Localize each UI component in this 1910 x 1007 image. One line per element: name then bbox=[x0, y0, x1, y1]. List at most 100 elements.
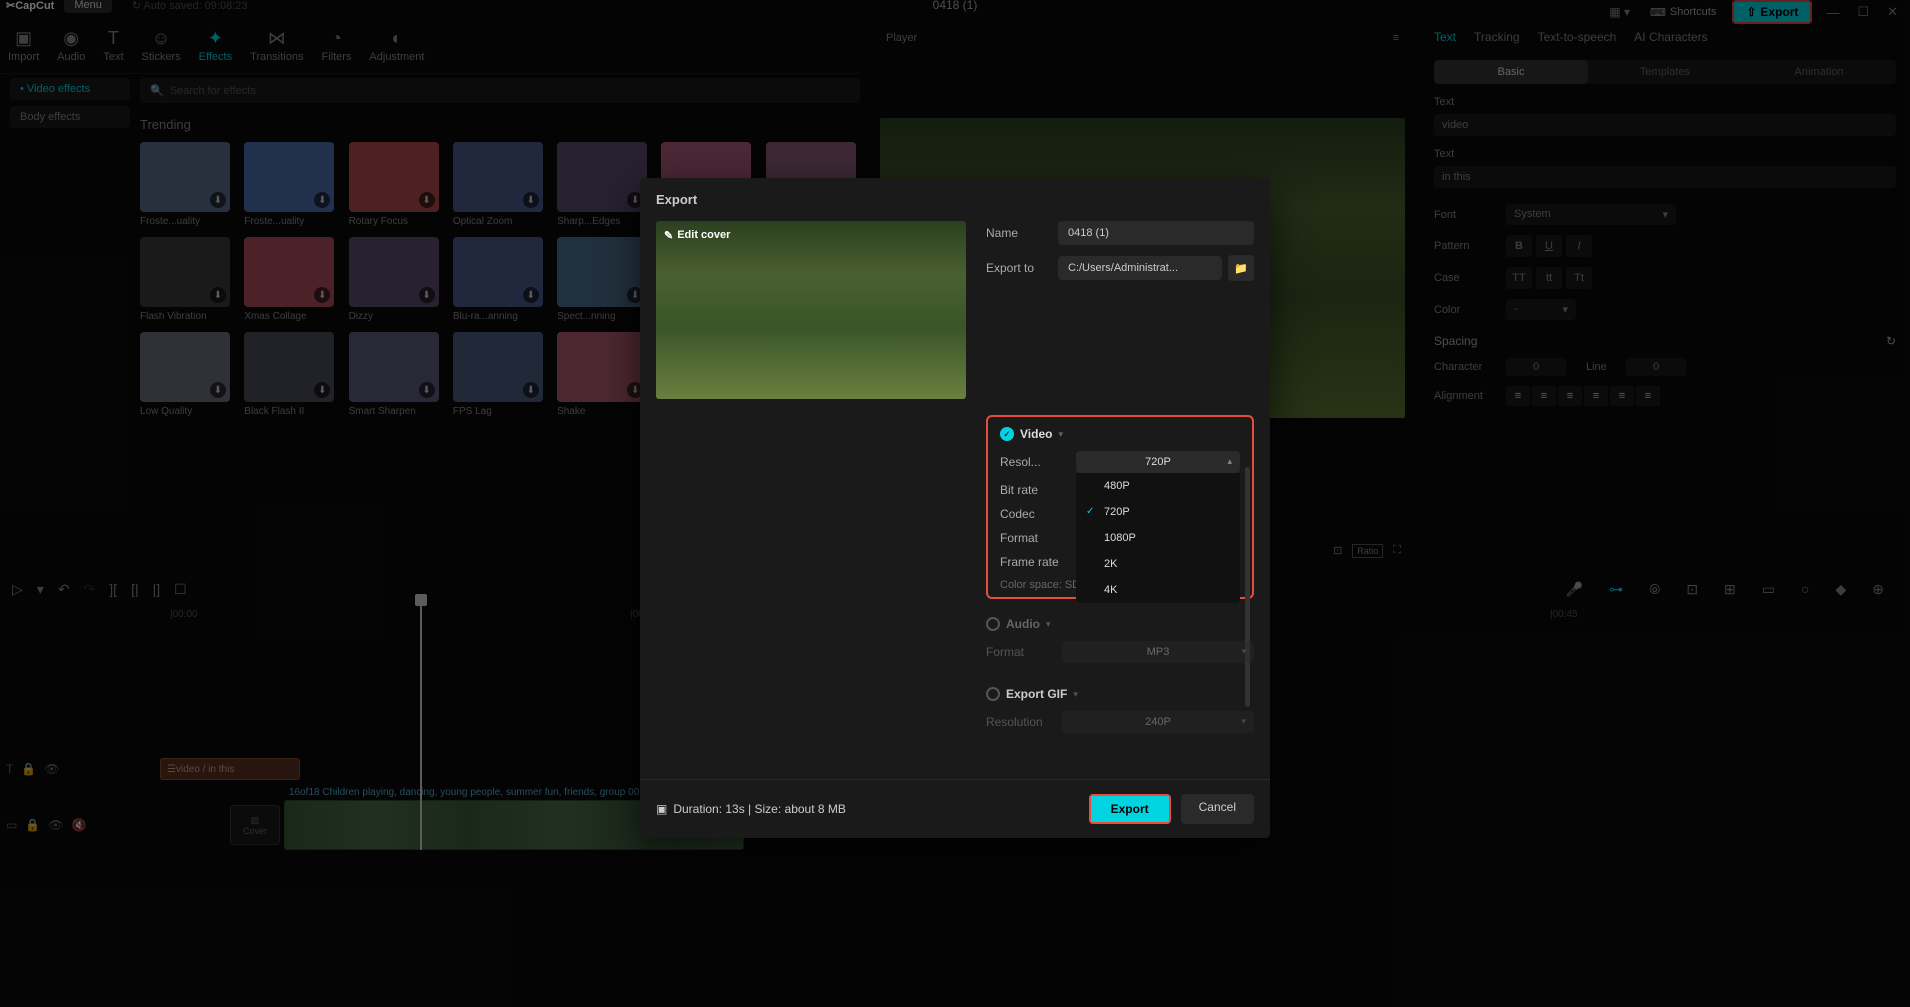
download-icon[interactable]: ⬇ bbox=[419, 382, 435, 398]
tab-transitions[interactable]: ⋈Transitions bbox=[250, 28, 303, 63]
focus-icon[interactable]: ⊡ bbox=[1333, 544, 1342, 558]
case-title[interactable]: Tt bbox=[1566, 267, 1592, 289]
lock-icon[interactable]: 🔒 bbox=[25, 818, 40, 832]
cursor-tool[interactable]: ▷ bbox=[12, 581, 23, 598]
underline-button[interactable]: U bbox=[1536, 235, 1562, 257]
tab-filters[interactable]: ◔Filters bbox=[321, 28, 351, 63]
download-icon[interactable]: ⬇ bbox=[210, 382, 226, 398]
cursor-dropdown[interactable]: ▾ bbox=[37, 581, 44, 598]
text-clip[interactable]: ☰ video / in this bbox=[160, 758, 300, 780]
resolution-select[interactable]: 720P▴ 480P ✓720P 1080P 2K 4K bbox=[1076, 451, 1240, 473]
scrollbar[interactable] bbox=[1245, 467, 1250, 707]
download-icon[interactable]: ⬇ bbox=[314, 287, 330, 303]
name-input[interactable]: 0418 (1) bbox=[1058, 221, 1254, 245]
link-icon[interactable]: ⊶ bbox=[1609, 581, 1623, 598]
effect-card[interactable]: ⬇Rotary Focus bbox=[349, 142, 439, 227]
tab-text[interactable]: TText bbox=[103, 28, 123, 63]
res-option-480p[interactable]: 480P bbox=[1076, 473, 1240, 499]
res-option-1080p[interactable]: 1080P bbox=[1076, 525, 1240, 551]
align-left[interactable]: ≡ bbox=[1506, 386, 1530, 406]
res-option-4k[interactable]: 4K bbox=[1076, 577, 1240, 603]
download-icon[interactable]: ⬇ bbox=[523, 192, 539, 208]
font-select[interactable]: System▾ bbox=[1506, 204, 1676, 225]
menu-button[interactable]: Menu bbox=[64, 0, 112, 13]
effect-card[interactable]: ⬇Froste...uality bbox=[140, 142, 230, 227]
tab-audio[interactable]: ◉Audio bbox=[57, 28, 85, 63]
effect-card[interactable]: ⬇Sharp...Edges bbox=[557, 142, 647, 227]
eye-icon[interactable]: 👁 bbox=[44, 762, 59, 776]
effect-card[interactable]: ⬇Black Flash II bbox=[244, 332, 334, 417]
insp-tab-tts[interactable]: Text-to-speech bbox=[1538, 26, 1617, 48]
ratio-button[interactable]: Ratio bbox=[1352, 544, 1383, 558]
download-icon[interactable]: ⬇ bbox=[523, 287, 539, 303]
insp-tab-ai[interactable]: AI Characters bbox=[1634, 26, 1707, 48]
tool-a[interactable]: ⦾ bbox=[1649, 581, 1660, 598]
download-icon[interactable]: ⬇ bbox=[210, 192, 226, 208]
split-tool[interactable]: ]​[ bbox=[109, 581, 117, 597]
mic-icon[interactable]: 🎤 bbox=[1566, 581, 1583, 598]
download-icon[interactable]: ⬇ bbox=[419, 287, 435, 303]
effect-card[interactable]: ⬇Optical Zoom bbox=[453, 142, 543, 227]
effect-card[interactable]: ⬇Froste...uality bbox=[244, 142, 334, 227]
effect-card[interactable]: ⬇Spect...nning bbox=[557, 237, 647, 322]
color-select[interactable]: -▾ bbox=[1506, 299, 1576, 320]
download-icon[interactable]: ⬇ bbox=[314, 192, 330, 208]
subtab-animation[interactable]: Animation bbox=[1742, 60, 1896, 84]
effect-card[interactable]: ⬇Dizzy bbox=[349, 237, 439, 322]
bold-button[interactable]: B bbox=[1506, 235, 1532, 257]
sidebar-body-effects[interactable]: Body effects bbox=[10, 106, 130, 128]
download-icon[interactable]: ⬇ bbox=[419, 192, 435, 208]
effect-card[interactable]: ⬇Flash Vibration bbox=[140, 237, 230, 322]
folder-icon[interactable]: 📁 bbox=[1228, 255, 1254, 281]
sidebar-video-effects[interactable]: • Video effects bbox=[10, 78, 130, 100]
export-confirm-button[interactable]: Export bbox=[1089, 794, 1171, 824]
text1-input[interactable]: video bbox=[1434, 114, 1896, 136]
tab-effects[interactable]: ✦Effects bbox=[199, 28, 232, 63]
align-right[interactable]: ≡ bbox=[1558, 386, 1582, 406]
line-input[interactable]: 0 bbox=[1626, 358, 1686, 376]
res-option-720p[interactable]: ✓720P bbox=[1076, 499, 1240, 525]
effect-card[interactable]: ⬇Low Quality bbox=[140, 332, 230, 417]
tool-e[interactable]: ○ bbox=[1801, 581, 1809, 598]
gif-checkbox[interactable] bbox=[986, 687, 1000, 701]
subtab-templates[interactable]: Templates bbox=[1588, 60, 1742, 84]
download-icon[interactable]: ⬇ bbox=[314, 382, 330, 398]
zoom-fit[interactable]: ⊕ bbox=[1872, 581, 1884, 598]
fullscreen-icon[interactable]: ⛶ bbox=[1393, 544, 1401, 558]
player-menu-icon[interactable]: ≡ bbox=[1393, 32, 1399, 44]
insp-tab-text[interactable]: Text bbox=[1434, 26, 1456, 48]
cover-slot[interactable]: ▧Cover bbox=[230, 805, 280, 845]
effect-card[interactable]: ⬇FPS Lag bbox=[453, 332, 543, 417]
video-checkbox[interactable]: ✓ bbox=[1000, 427, 1014, 441]
align-center[interactable]: ≡ bbox=[1532, 386, 1556, 406]
case-upper[interactable]: TT bbox=[1506, 267, 1532, 289]
lock-icon[interactable]: 🔒 bbox=[21, 762, 36, 776]
edit-cover-button[interactable]: ✎ Edit cover bbox=[664, 229, 730, 242]
cancel-button[interactable]: Cancel bbox=[1181, 794, 1254, 824]
align-top[interactable]: ≡ bbox=[1584, 386, 1608, 406]
tab-adjustment[interactable]: ◐Adjustment bbox=[369, 28, 424, 63]
undo-icon[interactable]: ↶ bbox=[58, 581, 70, 598]
tool-c[interactable]: ⊞ bbox=[1724, 581, 1736, 598]
effect-card[interactable]: ⬇Shake bbox=[557, 332, 647, 417]
redo-icon[interactable]: ↷ bbox=[84, 581, 96, 598]
case-lower[interactable]: tt bbox=[1536, 267, 1562, 289]
audio-checkbox[interactable] bbox=[986, 617, 1000, 631]
align-bottom[interactable]: ≡ bbox=[1636, 386, 1660, 406]
italic-button[interactable]: I bbox=[1566, 235, 1592, 257]
reset-icon[interactable]: ↻ bbox=[1886, 334, 1896, 348]
char-input[interactable]: 0 bbox=[1506, 358, 1566, 376]
playhead[interactable] bbox=[420, 600, 422, 850]
res-option-2k[interactable]: 2K bbox=[1076, 551, 1240, 577]
tool-f[interactable]: ◆ bbox=[1835, 581, 1846, 598]
insp-tab-tracking[interactable]: Tracking bbox=[1474, 26, 1520, 48]
align-middle[interactable]: ≡ bbox=[1610, 386, 1634, 406]
tab-import[interactable]: ▣Import bbox=[8, 28, 39, 63]
subtab-basic[interactable]: Basic bbox=[1434, 60, 1588, 84]
download-icon[interactable]: ⬇ bbox=[210, 287, 226, 303]
trim-left-tool[interactable]: [​| bbox=[131, 581, 139, 597]
tool-b[interactable]: ⊡ bbox=[1686, 581, 1698, 598]
tool-d[interactable]: ▭ bbox=[1762, 581, 1775, 598]
effect-card[interactable]: ⬇Xmas Collage bbox=[244, 237, 334, 322]
download-icon[interactable]: ⬇ bbox=[523, 382, 539, 398]
